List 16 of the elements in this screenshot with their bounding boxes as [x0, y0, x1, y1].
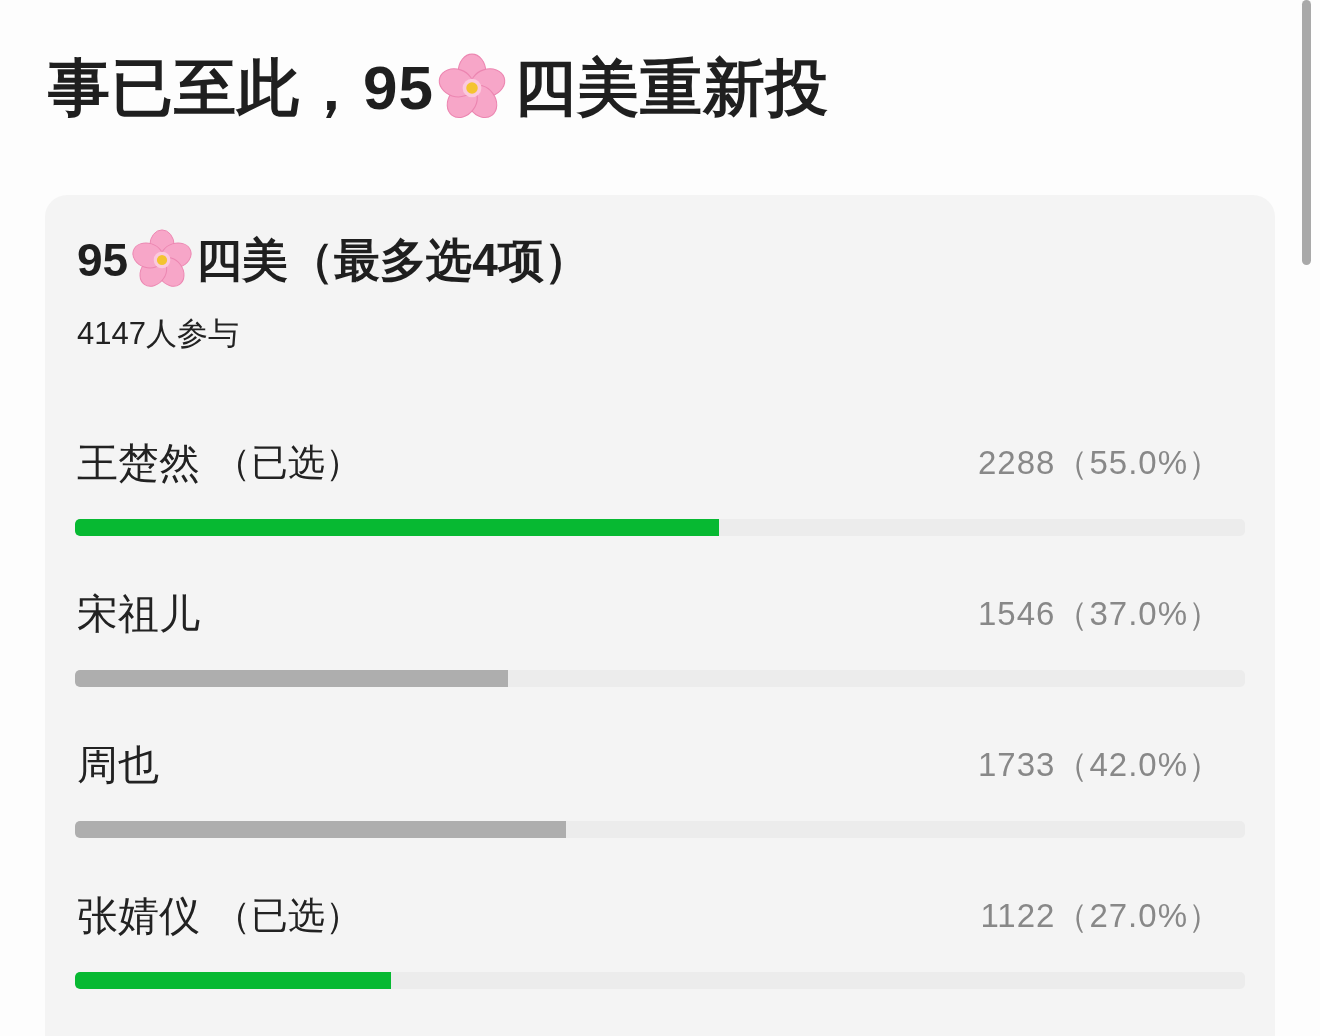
option-name: 张婧仪	[77, 892, 200, 941]
vote-result: 1122（27.0%）	[980, 896, 1222, 936]
page-title-text: 四美重新投	[513, 52, 829, 124]
page-title-text: 事已至此，95	[48, 52, 434, 124]
poll-title-text: 四美（最多选4项）	[196, 233, 590, 288]
selected-tag: （已选）	[214, 890, 362, 942]
vote-result: 1733（42.0%）	[978, 745, 1222, 785]
option-name: 宋祖儿	[77, 590, 200, 639]
participant-count: 4147人参与	[76, 315, 240, 353]
selected-tag: （已选）	[214, 437, 362, 489]
option-name: 周也	[77, 741, 159, 790]
vote-result: 2288（55.0%）	[978, 443, 1222, 483]
poll-title-text: 95	[77, 233, 129, 288]
scrollbar-thumb[interactable]	[1302, 0, 1311, 265]
option-name: 王楚然	[77, 439, 200, 488]
vote-result: 1546（37.0%）	[978, 594, 1222, 634]
